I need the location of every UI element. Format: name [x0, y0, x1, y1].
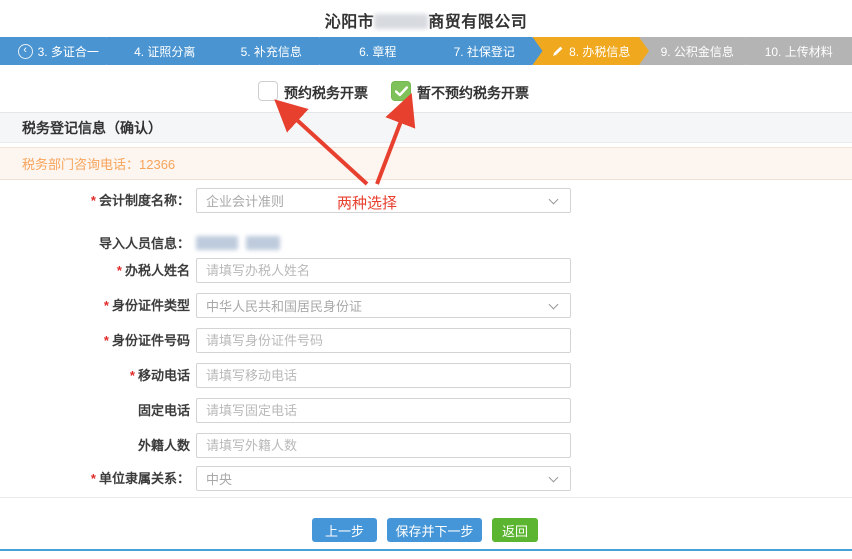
chevron-down-icon	[549, 194, 559, 204]
save-and-next-button[interactable]: 保存并下一步	[387, 518, 482, 542]
check-icon	[395, 86, 408, 97]
footer-accent-line	[0, 549, 852, 551]
required-asterisk: *	[104, 333, 109, 348]
company-name-prefix: 沁阳市	[325, 14, 375, 31]
reserve-invoice-label: 预约税务开票	[284, 83, 368, 103]
form-row-imported-personnel: 导入人员信息：	[0, 231, 852, 256]
required-asterisk: *	[91, 193, 96, 208]
form-row-id-type: *身份证件类型 中华人民共和国居民身份证	[0, 293, 852, 318]
field-label: 固定电话	[0, 398, 190, 423]
landline-phone-input[interactable]	[196, 398, 571, 423]
field-label: *单位隶属关系：	[0, 466, 190, 491]
reserve-invoice-checkbox[interactable]	[258, 81, 278, 101]
step-3-multi-cert[interactable]: ‹ 3. 多证合一	[0, 37, 117, 65]
form-row-landline-phone: 固定电话	[0, 398, 852, 423]
step-10-upload-materials[interactable]: 10. 上传材料	[746, 37, 852, 65]
field-label: 导入人员信息：	[0, 231, 190, 256]
unit-affiliation-select[interactable]: 中央	[196, 466, 571, 491]
field-label: *移动电话	[0, 363, 190, 388]
page: 沁阳市 商贸有限公司 ‹ 3. 多证合一 4. 证照分离 5. 补充信息 6. 章…	[0, 0, 852, 559]
redacted-personnel-info	[246, 236, 280, 250]
invoice-options-row: 预约税务开票 暂不预约税务开票	[0, 81, 852, 102]
form-row-tax-agent-name: *办税人姓名	[0, 258, 852, 283]
step-6-charter[interactable]: 6. 章程	[320, 37, 437, 65]
return-button[interactable]: 返回	[492, 518, 538, 542]
redacted-personnel-info	[196, 236, 238, 250]
no-reserve-invoice-label: 暂不预约税务开票	[417, 83, 529, 103]
step-label: 9. 公积金信息	[661, 43, 734, 60]
chevron-down-icon	[549, 472, 559, 482]
foreign-personnel-count-input[interactable]	[196, 433, 571, 458]
section-header: 税务登记信息（确认）	[0, 112, 852, 143]
field-label: 外籍人数	[0, 433, 190, 458]
step-label: 4. 证照分离	[134, 43, 195, 60]
step-label: 8. 办税信息	[569, 43, 630, 60]
required-asterisk: *	[117, 263, 122, 278]
form-row-mobile-phone: *移动电话	[0, 363, 852, 388]
mobile-phone-input[interactable]	[196, 363, 571, 388]
section-title: 税务登记信息（确认）	[22, 118, 162, 138]
pencil-icon	[551, 45, 564, 58]
step-8-tax-info[interactable]: 8. 办税信息	[533, 37, 650, 65]
id-number-input[interactable]	[196, 328, 571, 353]
tax-agent-name-input[interactable]	[196, 258, 571, 283]
select-value: 中华人民共和国居民身份证	[206, 296, 550, 315]
select-value: 中央	[206, 469, 550, 488]
form-row-accounting-system: *会计制度名称： 企业会计准则	[0, 188, 852, 213]
field-label: *会计制度名称：	[0, 188, 190, 213]
step-label: 6. 章程	[359, 43, 396, 60]
step-label: 7. 社保登记	[454, 43, 515, 60]
annotation-text: 两种选择	[337, 192, 397, 213]
form-row-id-number: *身份证件号码	[0, 328, 852, 353]
form-row-foreign-personnel-count: 外籍人数	[0, 433, 852, 458]
step-5-supplementary-info[interactable]: 5. 补充信息	[213, 37, 330, 65]
tax-hotline-notice: 税务部门咨询电话：12366	[0, 147, 852, 180]
field-label: *办税人姓名	[0, 258, 190, 283]
step-breadcrumb: ‹ 3. 多证合一 4. 证照分离 5. 补充信息 6. 章程 7. 社保登记 …	[0, 37, 852, 65]
required-asterisk: *	[104, 298, 109, 313]
step-label: 3. 多证合一	[38, 43, 99, 60]
step-9-housing-fund[interactable]: 9. 公积金信息	[639, 37, 756, 65]
redacted-company-name	[374, 14, 428, 29]
step-7-social-security[interactable]: 7. 社保登记	[426, 37, 543, 65]
field-label: *身份证件号码	[0, 328, 190, 353]
page-title: 沁阳市 商贸有限公司	[0, 8, 852, 32]
no-reserve-invoice-checkbox[interactable]	[391, 81, 411, 101]
previous-step-button[interactable]: 上一步	[312, 518, 377, 542]
step-label: 10. 上传材料	[765, 43, 833, 60]
step-4-license-separation[interactable]: 4. 证照分离	[107, 37, 224, 65]
required-asterisk: *	[91, 471, 96, 486]
id-type-select[interactable]: 中华人民共和国居民身份证	[196, 293, 571, 318]
required-asterisk: *	[130, 368, 135, 383]
company-name-suffix: 商贸有限公司	[428, 14, 527, 31]
form-row-unit-affiliation: *单位隶属关系： 中央	[0, 466, 852, 491]
back-circle-icon[interactable]: ‹	[18, 44, 33, 59]
field-label: *身份证件类型	[0, 293, 190, 318]
step-label: 5. 补充信息	[241, 43, 302, 60]
notice-text: 税务部门咨询电话：12366	[22, 154, 175, 173]
bottom-divider	[0, 497, 852, 498]
chevron-down-icon	[549, 299, 559, 309]
